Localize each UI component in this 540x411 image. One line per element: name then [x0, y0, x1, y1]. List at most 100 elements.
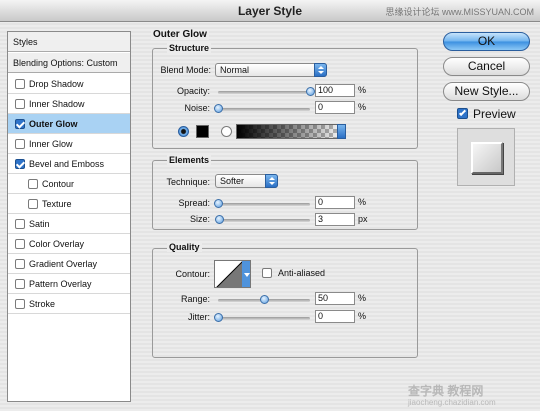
- ok-button[interactable]: OK: [443, 32, 530, 51]
- preview-checkbox[interactable]: [457, 108, 468, 119]
- style-item-label: Contour: [42, 178, 75, 189]
- style-item-contour[interactable]: Contour: [8, 174, 130, 194]
- style-checkbox[interactable]: [28, 178, 38, 189]
- technique-select[interactable]: Softer: [215, 174, 278, 188]
- technique-label: Technique:: [166, 177, 210, 187]
- jitter-label: Jitter:: [187, 312, 210, 322]
- spread-input[interactable]: 0: [315, 196, 355, 209]
- style-item-satin[interactable]: Satin: [8, 214, 130, 234]
- contour-linear-icon: [216, 261, 250, 287]
- noise-unit: %: [358, 102, 367, 112]
- opacity-slider[interactable]: [218, 87, 315, 96]
- opacity-slider-thumb[interactable]: [306, 87, 315, 96]
- new-style-button[interactable]: New Style...: [443, 82, 530, 101]
- preview-thumbnail: [457, 128, 515, 186]
- opacity-label: Opacity:: [176, 86, 210, 96]
- blending-options-item[interactable]: Blending Options: Custom: [8, 53, 130, 73]
- style-item-label: Texture: [42, 198, 72, 209]
- title-bar: Layer Style 思缘设计论坛 www.MISSYUAN.COM: [0, 0, 540, 22]
- style-item-label: Inner Glow: [29, 138, 73, 149]
- quality-title: Quality: [167, 242, 202, 252]
- select-arrows-icon: [314, 63, 327, 77]
- style-item-inner-shadow[interactable]: Inner Shadow: [8, 94, 130, 114]
- size-unit: px: [358, 214, 368, 224]
- noise-slider-thumb[interactable]: [214, 104, 223, 113]
- gradient-radio[interactable]: [221, 126, 232, 137]
- style-checkbox[interactable]: [15, 298, 25, 309]
- style-item-label: Gradient Overlay: [29, 258, 98, 269]
- footer-url: jiaocheng.chazidian.com: [408, 398, 496, 407]
- blend-mode-select[interactable]: Normal: [215, 63, 327, 77]
- preview-swatch: [471, 142, 503, 174]
- check-icon: [458, 108, 467, 117]
- style-checkbox[interactable]: [15, 258, 25, 269]
- style-item-bevel-and-emboss[interactable]: Bevel and Emboss: [8, 154, 130, 174]
- blend-mode-label: Blend Mode:: [160, 65, 211, 75]
- cancel-button[interactable]: Cancel: [443, 57, 530, 76]
- style-item-label: Pattern Overlay: [29, 278, 92, 289]
- jitter-unit: %: [358, 311, 367, 321]
- range-slider-thumb[interactable]: [260, 295, 269, 304]
- blending-options-label: Blending Options: Custom: [13, 57, 118, 68]
- opacity-unit: %: [358, 85, 367, 95]
- jitter-slider-thumb[interactable]: [214, 313, 223, 322]
- outer-glow-panel: Outer Glow Structure Blend Mode: Normal …: [147, 29, 426, 401]
- style-item-label: Bevel and Emboss: [29, 158, 105, 169]
- blend-mode-value: Normal: [220, 65, 250, 75]
- panel-title: Outer Glow: [151, 29, 209, 40]
- style-checkbox[interactable]: [15, 158, 25, 169]
- style-checkbox[interactable]: [28, 198, 38, 209]
- gradient-picker[interactable]: [236, 124, 346, 139]
- gradient-dropdown-icon[interactable]: [337, 124, 346, 139]
- style-item-stroke[interactable]: Stroke: [8, 294, 130, 314]
- size-label: Size:: [189, 214, 210, 224]
- spread-label: Spread:: [178, 198, 210, 208]
- style-checkbox[interactable]: [15, 98, 25, 109]
- style-item-drop-shadow[interactable]: Drop Shadow: [8, 74, 130, 94]
- style-checkbox[interactable]: [15, 78, 25, 89]
- style-item-inner-glow[interactable]: Inner Glow: [8, 134, 130, 154]
- glow-color-swatch[interactable]: [196, 125, 209, 138]
- spread-slider-thumb[interactable]: [214, 199, 223, 208]
- style-checkbox[interactable]: [15, 278, 25, 289]
- noise-label: Noise:: [184, 103, 210, 113]
- style-checkbox[interactable]: [15, 218, 25, 229]
- style-item-texture[interactable]: Texture: [8, 194, 130, 214]
- range-input[interactable]: 50: [315, 292, 355, 305]
- style-item-label: Inner Shadow: [29, 98, 85, 109]
- size-slider[interactable]: [215, 215, 310, 224]
- layer-style-dialog: Layer Style 思缘设计论坛 www.MISSYUAN.COM Styl…: [0, 0, 540, 411]
- range-unit: %: [358, 293, 367, 303]
- contour-label: Contour:: [175, 269, 210, 279]
- style-item-color-overlay[interactable]: Color Overlay: [8, 234, 130, 254]
- elements-title: Elements: [167, 155, 212, 165]
- style-checkbox[interactable]: [15, 238, 25, 249]
- spread-slider[interactable]: [214, 199, 310, 208]
- structure-title: Structure: [167, 43, 212, 53]
- style-checkbox[interactable]: [15, 118, 25, 129]
- contour-picker[interactable]: [214, 260, 251, 288]
- style-item-gradient-overlay[interactable]: Gradient Overlay: [8, 254, 130, 274]
- opacity-input[interactable]: 100: [315, 84, 355, 97]
- style-item-label: Satin: [29, 218, 50, 229]
- styles-header[interactable]: Styles: [8, 32, 130, 52]
- range-slider[interactable]: [218, 295, 310, 304]
- size-input[interactable]: 3: [315, 213, 355, 226]
- size-slider-thumb[interactable]: [215, 215, 225, 224]
- antialiased-checkbox[interactable]: [262, 268, 272, 278]
- footer-watermark: 查字典 教程网: [408, 384, 484, 398]
- noise-input[interactable]: 0: [315, 101, 355, 114]
- noise-slider[interactable]: [214, 104, 310, 113]
- style-item-label: Stroke: [29, 298, 56, 309]
- jitter-slider[interactable]: [214, 313, 310, 322]
- style-checkbox[interactable]: [15, 138, 25, 149]
- style-item-label: Drop Shadow: [29, 78, 84, 89]
- style-item-pattern-overlay[interactable]: Pattern Overlay: [8, 274, 130, 294]
- jitter-input[interactable]: 0: [315, 310, 355, 323]
- style-item-label: Color Overlay: [29, 238, 85, 249]
- styles-list: Styles Blending Options: Custom Drop Sha…: [7, 31, 131, 402]
- style-item-outer-glow[interactable]: Outer Glow: [8, 114, 130, 134]
- solid-color-radio[interactable]: [178, 126, 189, 137]
- watermark-text: 思缘设计论坛 www.MISSYUAN.COM: [385, 7, 534, 17]
- antialiased-label: Anti-aliased: [278, 268, 326, 278]
